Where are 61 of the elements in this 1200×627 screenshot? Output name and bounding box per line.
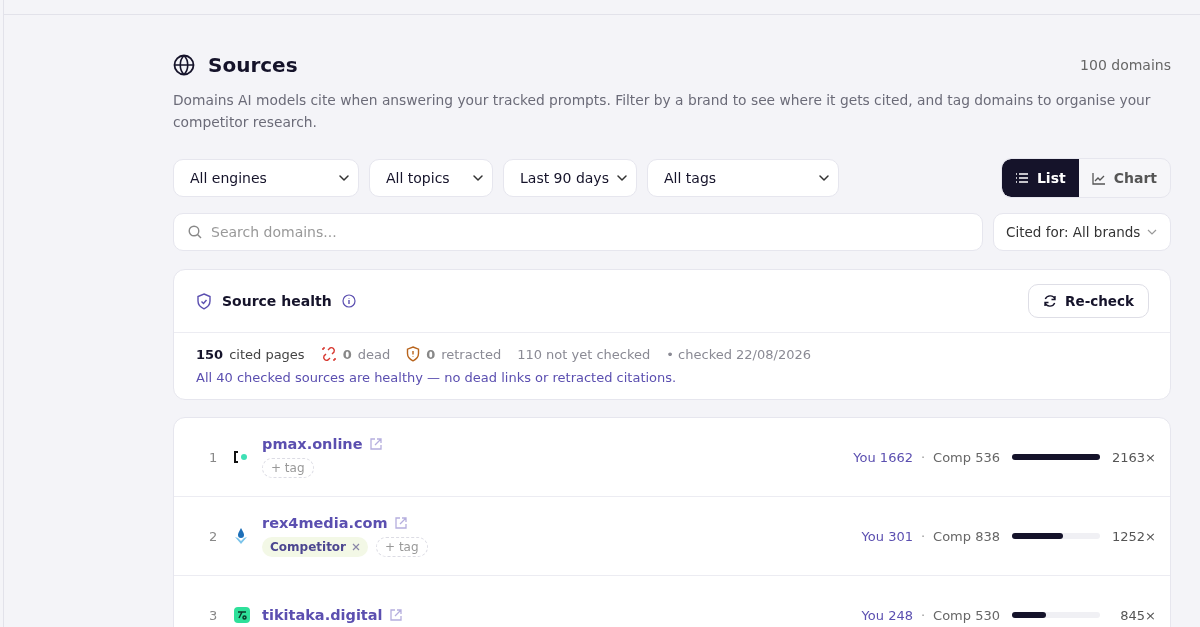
external-link-icon	[368, 437, 383, 451]
domain-link[interactable]: pmax.online	[262, 436, 363, 452]
filter-dropdown[interactable]: All topics	[369, 159, 493, 197]
competitor-count: Comp 536	[933, 449, 1000, 465]
stat-value: 0	[342, 346, 352, 362]
recheck-button[interactable]: Re-check	[1028, 284, 1149, 318]
stat-label: dead	[357, 346, 391, 362]
remove-icon	[352, 543, 361, 551]
stat-label: retracted	[441, 346, 502, 362]
separator-dot: ·	[920, 607, 926, 623]
competitor-count: Comp 530	[933, 607, 1000, 623]
shield-check-icon	[196, 292, 212, 310]
list-icon	[1014, 172, 1029, 184]
separator-dot: ·	[920, 449, 926, 465]
brand-dropdown[interactable]: Cited for: All brands	[993, 213, 1171, 251]
line-chart-icon	[1091, 171, 1106, 185]
you-count: You 248	[861, 607, 913, 623]
domain-count: 100 domains	[1080, 57, 1171, 73]
page-title: Sources	[208, 53, 298, 77]
stat-value: 0	[426, 346, 436, 362]
filter-dropdown[interactable]: All engines	[173, 159, 359, 197]
chevron-down-icon	[616, 172, 628, 184]
view-tab[interactable]: Chart	[1078, 159, 1170, 197]
stat-label: 110 not yet checked	[517, 346, 651, 362]
you-count: You 301	[861, 528, 913, 544]
globe-icon	[173, 54, 195, 76]
logo-icon	[234, 451, 248, 463]
rank-number: 1	[209, 449, 219, 465]
chevron-down-icon	[338, 172, 350, 184]
filter-dropdown[interactable]: Last 90 days	[503, 159, 637, 197]
rank-number: 2	[209, 528, 219, 544]
shield-alert-icon	[406, 346, 421, 362]
domain-link[interactable]: tikitaka.digital	[262, 607, 383, 623]
rank-number: 3	[209, 607, 219, 623]
external-link-icon	[393, 516, 408, 530]
external-link-icon	[388, 608, 403, 622]
chevron-down-icon	[818, 172, 830, 184]
page-description: Domains AI models cite when answering your tracked prompts. Filter by a brand to see where it gets cited, and tag domains to organise your competitor research.	[173, 91, 1152, 132]
chevron-down-icon	[472, 172, 484, 184]
info-icon	[341, 294, 356, 308]
health-message: All 40 checked sources are healthy — no dead links or retracted citations.	[196, 370, 678, 385]
citation-total: 1252×	[1111, 528, 1156, 544]
view-tab[interactable]: List	[1001, 159, 1079, 197]
logo-icon	[234, 607, 250, 623]
search-field[interactable]: Search domains...	[173, 213, 983, 251]
domain-link[interactable]: rex4media.com	[262, 515, 388, 531]
citation-total: 2163×	[1111, 449, 1156, 465]
broken-link-icon	[320, 346, 337, 362]
citation-total: 845×	[1119, 607, 1156, 623]
filter-dropdown[interactable]: All tags	[647, 159, 839, 197]
separator-dot: ·	[920, 528, 926, 544]
stat-label: • checked 22/08/2026	[666, 346, 811, 362]
logo-icon	[234, 527, 248, 545]
stat-label: cited pages	[229, 346, 305, 362]
search-icon	[188, 225, 202, 239]
refresh-icon	[1043, 294, 1058, 308]
tag-chip: Competitor	[262, 537, 369, 557]
competitor-count: Comp 838	[933, 528, 1000, 544]
card-title: Source health	[222, 293, 332, 309]
you-count: You 1662	[853, 449, 913, 465]
stat-value: 150	[196, 346, 224, 362]
